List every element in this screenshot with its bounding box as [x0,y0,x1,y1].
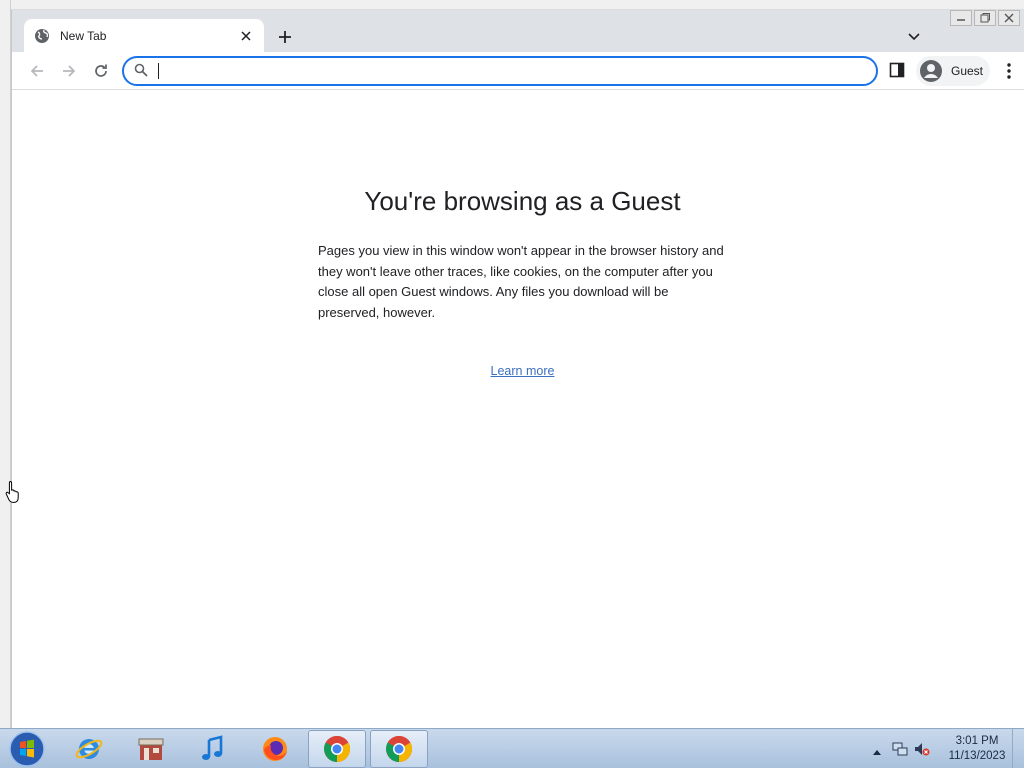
clock[interactable]: 3:01 PM 11/13/2023 [942,734,1012,764]
clock-time: 3:01 PM [955,735,999,747]
music-icon[interactable] [184,730,242,768]
search-icon [134,63,150,79]
minimize-icon[interactable] [950,10,972,26]
windows-start-icon[interactable] [4,730,50,768]
address-bar[interactable] [122,56,878,86]
network-icon[interactable] [892,741,908,757]
system-tray: 3:01 PM 11/13/2023 [854,729,1024,768]
guest-page: You're browsing as a Guest Pages you vie… [12,91,1024,728]
close-window-icon[interactable] [998,10,1020,26]
globe-icon [34,28,50,44]
learn-more-link[interactable]: Learn more [12,364,1024,378]
chrome-icon[interactable] [308,730,366,768]
store-icon[interactable] [122,730,180,768]
firefox-icon[interactable] [246,730,304,768]
reload-icon[interactable] [88,58,114,84]
tab-title: New Tab [60,28,107,43]
tab-new-tab[interactable]: New Tab [24,19,264,52]
close-icon[interactable] [238,28,254,44]
chrome-icon[interactable] [370,730,428,768]
tab-strip: New Tab [12,10,1024,52]
kebab-menu-icon[interactable] [1000,62,1018,80]
restore-icon[interactable] [974,10,996,26]
profile-button[interactable]: Guest [916,56,990,86]
plus-icon[interactable] [272,24,298,50]
browser-toolbar: Guest [12,52,1024,90]
back-arrow-icon[interactable] [24,58,50,84]
chevron-down-icon[interactable] [904,27,924,47]
profile-label: Guest [951,64,984,78]
guest-description: Pages you view in this window won't appe… [318,243,724,320]
background-window-titlebar [0,0,1024,10]
learn-more-label[interactable]: Learn more [491,364,555,378]
show-desktop-button[interactable] [1012,729,1024,768]
hand-cursor-icon [5,480,23,504]
show-hidden-icons-icon[interactable] [872,743,882,761]
internet-explorer-icon[interactable] [60,730,118,768]
window-controls [950,10,1020,26]
page-title: You're browsing as a Guest [364,186,681,216]
side-panel-icon[interactable] [889,62,907,80]
browser-window: New Tab Guest You're browsing as a Guest… [11,10,1024,728]
volume-muted-icon[interactable] [914,741,930,757]
forward-arrow-icon[interactable] [56,58,82,84]
avatar-icon [919,59,943,83]
address-input[interactable] [159,63,876,79]
background-window-edge [0,0,11,728]
clock-date: 11/13/2023 [948,750,1006,762]
taskbar: 3:01 PM 11/13/2023 [0,728,1024,768]
